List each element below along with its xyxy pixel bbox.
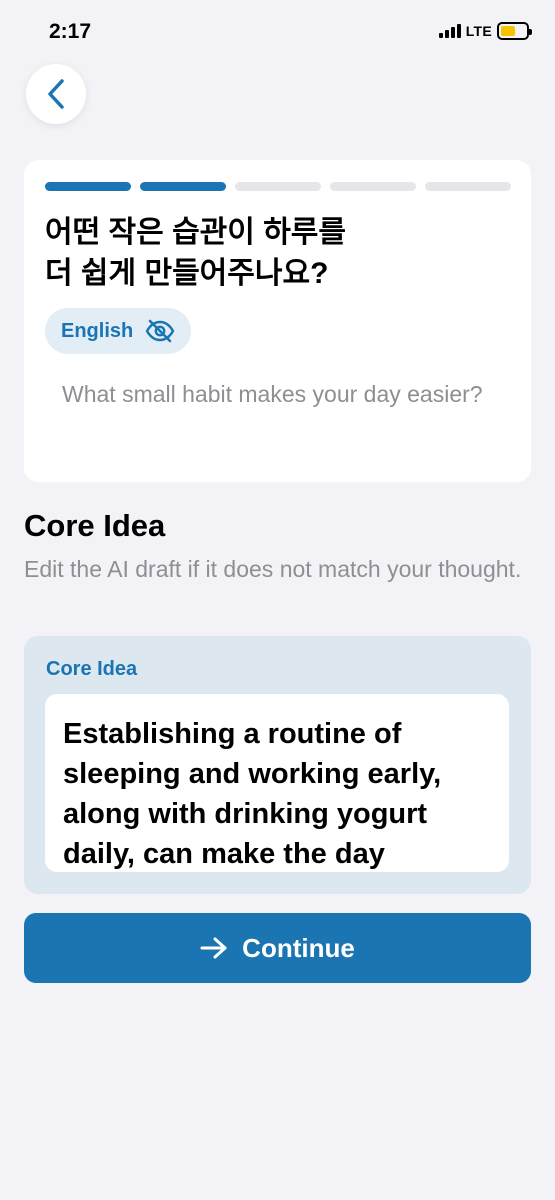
signal-icon (438, 24, 461, 38)
core-idea-text[interactable]: Establishing a routine of sleeping and w… (63, 714, 491, 872)
network-type: LTE (465, 23, 492, 39)
question-translation: What small habit makes your day easier? (62, 381, 483, 407)
progress-bar (45, 182, 511, 191)
progress-step (235, 182, 321, 191)
progress-step (45, 182, 131, 191)
continue-label: Continue (242, 932, 355, 963)
status-time: 2:17 (49, 20, 92, 43)
core-idea-panel: Core Idea Establishing a routine of slee… (24, 636, 531, 894)
question-title: 어떤 작은 습관이 하루를 더 쉽게 만들어주나요? (45, 212, 515, 294)
chevron-left-icon (48, 79, 64, 109)
core-idea-editor[interactable]: Establishing a routine of sleeping and w… (45, 694, 509, 872)
eye-slash-icon (146, 319, 175, 343)
progress-step (140, 182, 226, 191)
progress-step (330, 182, 416, 191)
progress-step (425, 182, 511, 191)
question-card: 어떤 작은 습관이 하루를 더 쉽게 만들어주나요? English What … (24, 160, 531, 482)
question-title-line: 더 쉽게 만들어주나요? (45, 257, 329, 290)
screen: 2:17 LTE 어떤 작은 습관이 하루를 더 쉽게 만들어주나요? Engl… (0, 0, 555, 1200)
section-title: Core Idea (24, 508, 166, 543)
language-toggle-label: English (61, 319, 134, 342)
battery-icon (497, 22, 532, 40)
back-button[interactable] (26, 64, 86, 124)
section-subtitle: Edit the AI draft if it does not match y… (24, 556, 522, 582)
question-title-line: 어떤 작은 습관이 하루를 (45, 216, 347, 249)
language-toggle-button[interactable]: English (45, 308, 192, 354)
status-bar: 2:17 LTE (0, 0, 555, 66)
core-idea-label: Core Idea (46, 658, 138, 680)
status-indicators: LTE (438, 22, 532, 40)
arrow-right-icon (200, 937, 227, 959)
continue-button[interactable]: Continue (24, 913, 531, 983)
